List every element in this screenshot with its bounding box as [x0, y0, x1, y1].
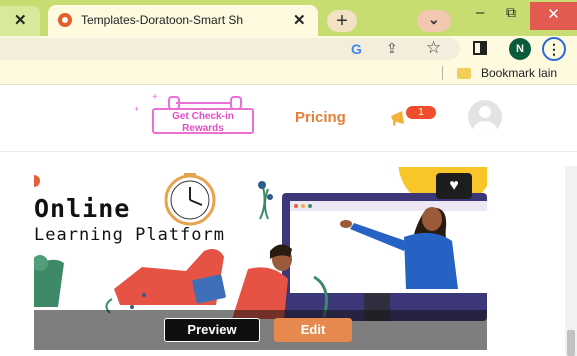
scrollbar-thumb[interactable]	[567, 330, 575, 356]
notification-badge: 1	[406, 106, 436, 119]
side-panel-icon[interactable]	[473, 41, 487, 55]
folder-icon	[457, 68, 471, 79]
minimize-button[interactable]: –	[476, 4, 484, 21]
card-hover-overlay	[34, 310, 487, 350]
other-bookmarks-link[interactable]: Bookmark lain	[481, 66, 557, 80]
page-scrollbar[interactable]	[565, 166, 577, 356]
sparkle-icon: +	[134, 104, 140, 114]
doratoon-favicon-icon	[58, 13, 72, 27]
card-subtitle: Learning Platform	[34, 225, 225, 245]
bookmarks-divider	[442, 66, 443, 80]
preview-button[interactable]: Preview	[164, 318, 260, 342]
window-close-button[interactable]: ✕	[530, 2, 577, 30]
close-tab-icon[interactable]: ✕	[293, 11, 306, 29]
pricing-link[interactable]: Pricing	[295, 109, 346, 126]
checkin-line-1: Get Check-in	[172, 111, 234, 122]
google-icon[interactable]: G	[351, 41, 362, 57]
checkin-line-2: Rewards	[182, 123, 224, 134]
edit-button[interactable]: Edit	[274, 318, 352, 342]
tab-search-button[interactable]: ⌄	[417, 10, 451, 32]
side-panel-fill	[480, 43, 485, 53]
share-icon[interactable]: ⇪	[386, 40, 398, 57]
bookmark-star-icon[interactable]: ☆	[426, 38, 441, 58]
tab-title: Templates-Doratoon-Smart Sh	[81, 13, 244, 27]
favorite-button[interactable]: ♥	[436, 173, 472, 199]
sparkle-icon: +	[152, 92, 158, 103]
chevron-down-icon: ⌄	[428, 11, 440, 27]
close-icon[interactable]: ✕	[14, 11, 27, 29]
heart-icon: ♥	[449, 177, 459, 194]
calendar-bar	[176, 102, 230, 104]
user-avatar[interactable]	[468, 100, 502, 134]
checkin-rewards-button[interactable]: Get Check-in Rewards	[152, 108, 254, 134]
card-title: Online	[34, 194, 131, 223]
previous-tab[interactable]: ✕	[0, 6, 40, 36]
profile-avatar[interactable]: N	[509, 38, 531, 60]
restore-button[interactable]: ⧉	[506, 4, 516, 21]
template-card[interactable]: Online Learning Platform ♥ Preview Edit	[34, 167, 487, 350]
active-tab[interactable]: Templates-Doratoon-Smart Sh ✕	[48, 5, 318, 36]
new-tab-button[interactable]: +	[327, 10, 357, 32]
browser-menu-button[interactable]: ⋮	[542, 37, 566, 61]
